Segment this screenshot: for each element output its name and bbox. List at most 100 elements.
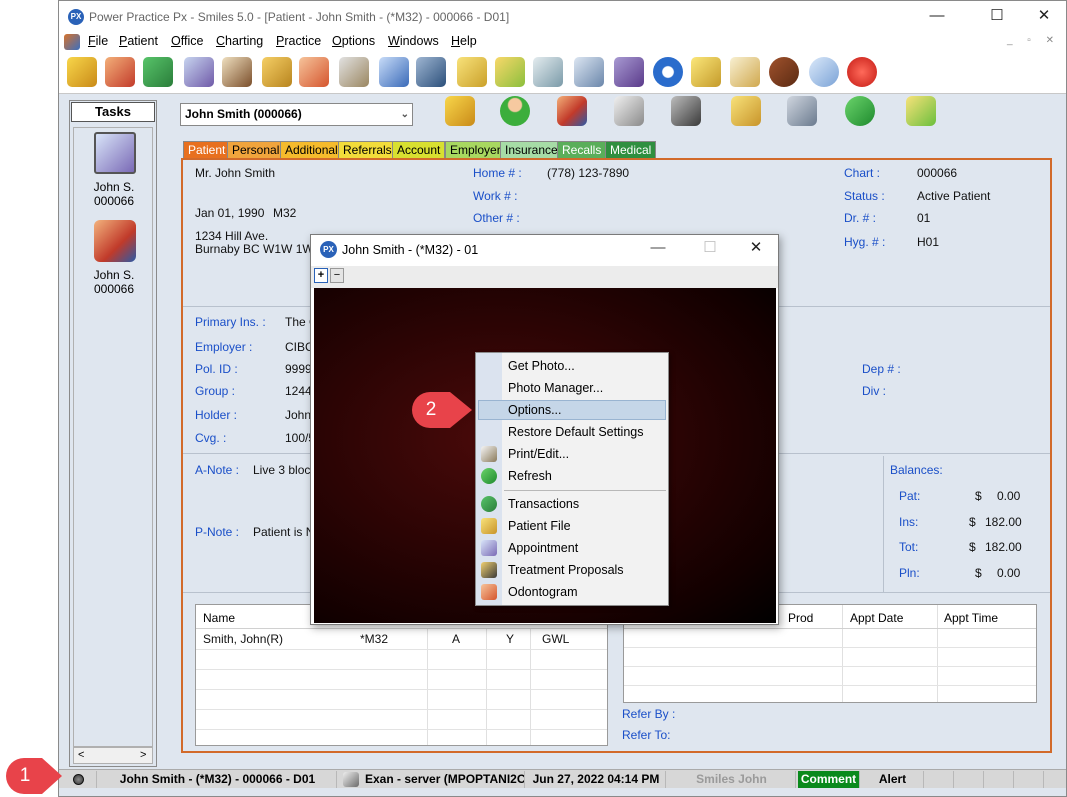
football-icon[interactable]	[769, 57, 799, 87]
open-folder-icon[interactable]	[445, 96, 475, 126]
edi-icon[interactable]	[614, 57, 644, 87]
family-icon[interactable]	[557, 96, 587, 126]
refresh-icon[interactable]	[845, 96, 875, 126]
status-indicator[interactable]	[61, 771, 97, 788]
col-appt-time-header[interactable]: Appt Time	[944, 611, 998, 625]
info-icon[interactable]	[653, 57, 683, 87]
photo-minimize-button[interactable]: —	[643, 238, 673, 258]
tab-personal[interactable]: Personal	[227, 141, 285, 158]
menu-item-refresh[interactable]: Refresh	[508, 469, 552, 483]
alert-badge[interactable]: Alert	[862, 771, 924, 788]
menu-item-options[interactable]: Options...	[508, 403, 562, 417]
chart-icon[interactable]	[299, 57, 329, 87]
menu-charting[interactable]: Charting	[216, 34, 263, 48]
fax-icon[interactable]	[671, 96, 701, 126]
patient-family-icon[interactable]	[94, 220, 136, 262]
tab-employer[interactable]: Employer	[445, 141, 506, 158]
patient-icon[interactable]	[500, 96, 530, 126]
scroll-right-icon[interactable]: >	[140, 749, 146, 761]
holder-label: Holder :	[195, 408, 238, 422]
treatment-edit-icon[interactable]	[222, 57, 252, 87]
tab-referrals[interactable]: Referrals	[338, 141, 397, 158]
transactions-icon	[481, 496, 497, 512]
comment-badge[interactable]: Comment	[798, 771, 860, 788]
menu-item-appointment[interactable]: Appointment	[508, 541, 578, 555]
patient-file-icon[interactable]	[731, 96, 761, 126]
menu-item-photo-manager[interactable]: Photo Manager...	[508, 381, 603, 395]
patient-window-icon[interactable]	[64, 34, 80, 50]
patient-select[interactable]: John Smith (000066) ⌄	[180, 103, 413, 126]
patient-file-icon	[481, 518, 497, 534]
sync-folder-icon[interactable]	[906, 96, 936, 126]
menu-patient[interactable]: Patient	[119, 34, 158, 48]
holder-value: John	[285, 408, 312, 422]
menu-office[interactable]: Office	[171, 34, 203, 48]
menu-practice[interactable]: Practice	[276, 34, 321, 48]
tasks-scrollbar[interactable]: < >	[73, 747, 153, 764]
menu-options[interactable]: Options	[332, 34, 375, 48]
calculator-icon[interactable]	[574, 57, 604, 87]
scroll-left-icon[interactable]: <	[78, 749, 84, 761]
lab-cases-icon[interactable]	[339, 57, 369, 87]
tab-medical[interactable]: Medical	[605, 141, 657, 158]
transactions-icon[interactable]	[143, 57, 173, 87]
imaging-icon[interactable]	[416, 57, 446, 87]
menu-help[interactable]: Help	[451, 34, 477, 48]
notes-icon[interactable]	[691, 57, 721, 87]
supplies-icon[interactable]	[495, 57, 525, 87]
task-item-label[interactable]: John S.	[74, 180, 154, 194]
menu-item-transactions[interactable]: Transactions	[508, 497, 579, 511]
row-y: Y	[506, 632, 515, 646]
maximize-button[interactable]: ☐	[982, 6, 1012, 26]
menu-item-print-edit[interactable]: Print/Edit...	[508, 447, 569, 461]
tab-account[interactable]: Account	[392, 141, 446, 158]
open-folder-icon[interactable]	[67, 57, 97, 87]
appointment-book-icon[interactable]	[184, 57, 214, 87]
appointment-book-icon[interactable]	[94, 132, 136, 174]
app-logo-icon: PX	[68, 9, 84, 25]
row-line	[196, 709, 607, 710]
menu-item-treatment-proposals[interactable]: Treatment Proposals	[508, 563, 624, 577]
tab-additional[interactable]: Additional	[280, 141, 343, 158]
menu-windows[interactable]: Windows	[388, 34, 439, 48]
zoom-out-button[interactable]: −	[330, 268, 344, 283]
task-item-id[interactable]: 000066	[74, 282, 154, 296]
balance-tot-amount: 182.00	[985, 540, 1022, 554]
prescription-icon[interactable]	[379, 57, 409, 87]
task-item-label[interactable]: John S.	[74, 268, 154, 282]
family-grid[interactable]: Name Smith, John(R) *M32 A Y GWL	[195, 604, 608, 746]
row-line	[196, 649, 607, 650]
print-icon[interactable]	[614, 96, 644, 126]
menu-item-get-photo[interactable]: Get Photo...	[508, 359, 575, 373]
reports-icon[interactable]	[533, 57, 563, 87]
col-name-header[interactable]: Name	[203, 611, 235, 625]
patients-icon[interactable]	[105, 57, 135, 87]
wrench-icon[interactable]	[787, 96, 817, 126]
menu-file[interactable]: File	[88, 34, 108, 48]
tab-recalls[interactable]: Recalls	[557, 141, 607, 158]
table-row[interactable]: Smith, John(R) *M32 A Y GWL	[196, 629, 607, 649]
tab-insurance[interactable]: Insurance	[500, 141, 563, 158]
patient-dob: Jan 01, 1990	[195, 206, 265, 220]
folders-icon[interactable]	[457, 57, 487, 87]
photo-maximize-button[interactable]: ☐	[695, 238, 725, 258]
memo-icon[interactable]	[730, 57, 760, 87]
menu-item-odontogram[interactable]: Odontogram	[508, 585, 577, 599]
documents-icon[interactable]	[262, 57, 292, 87]
chat-icon[interactable]	[809, 57, 839, 87]
photo-close-button[interactable]: ✕	[741, 238, 771, 258]
tab-patient[interactable]: Patient	[183, 141, 231, 158]
minimize-button[interactable]: —	[922, 6, 952, 26]
col-prod-header[interactable]: Prod	[788, 611, 813, 625]
balance-ins-amount: 182.00	[985, 515, 1022, 529]
col-appt-date-header[interactable]: Appt Date	[850, 611, 903, 625]
menu-item-patient-file[interactable]: Patient File	[508, 519, 571, 533]
zoom-in-button[interactable]: +	[314, 268, 328, 283]
close-button[interactable]: ✕	[1029, 6, 1059, 26]
exit-icon[interactable]	[847, 57, 877, 87]
home-phone-value: (778) 123-7890	[547, 166, 630, 180]
task-item-id[interactable]: 000066	[74, 194, 154, 208]
chevron-down-icon[interactable]: ⌄	[401, 104, 409, 125]
mdi-window-controls[interactable]: _ ▫ ✕	[1007, 35, 1060, 46]
menu-item-restore-defaults[interactable]: Restore Default Settings	[508, 425, 644, 439]
